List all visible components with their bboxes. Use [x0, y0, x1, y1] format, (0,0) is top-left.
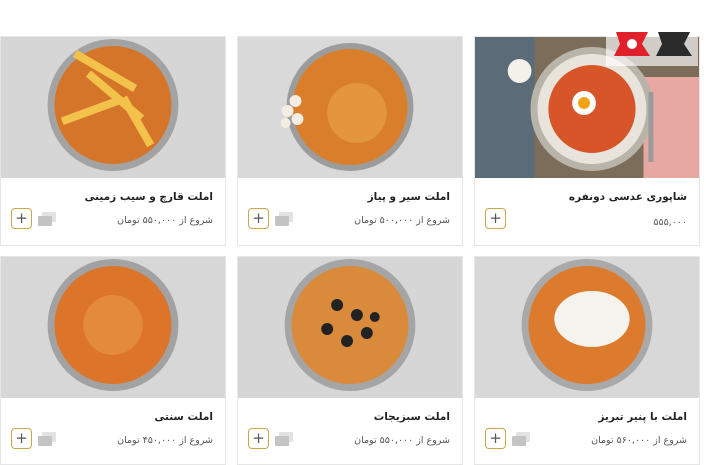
product-title: املت با پنیر تبریز — [598, 411, 687, 423]
product-title: املت سنتی — [154, 411, 213, 423]
add-to-cart-button[interactable]: + — [485, 428, 506, 449]
product-price: شروع از ۴۵۰,۰۰۰ تومان — [117, 435, 213, 446]
site-logo — [606, 20, 698, 66]
product-title: املت سیر و پیاز — [367, 191, 450, 203]
product-price: شروع از ۵۵۰,۰۰۰ تومان — [117, 215, 213, 226]
product-card[interactable]: املت با پنیر تبریز شروع از ۵۶۰,۰۰۰ تومان… — [474, 256, 700, 465]
product-price: شروع از ۵۰۰,۰۰۰ تومان — [354, 215, 450, 226]
add-to-cart-button[interactable]: + — [11, 428, 32, 449]
compare-icon[interactable] — [38, 432, 56, 446]
compare-icon[interactable] — [275, 212, 293, 226]
add-to-cart-button[interactable]: + — [248, 208, 269, 229]
compare-icon[interactable] — [275, 432, 293, 446]
dish-image — [238, 37, 462, 178]
add-to-cart-button[interactable]: + — [248, 428, 269, 449]
dish-image — [1, 257, 225, 398]
product-price: شروع از ۵۵۰,۰۰۰ تومان — [354, 435, 450, 446]
product-card[interactable]: املت سیر و پیاز شروع از ۵۰۰,۰۰۰ تومان + — [237, 36, 463, 246]
product-price: شروع از ۵۶۰,۰۰۰ تومان — [591, 435, 687, 446]
product-title: املت سبزیجات — [373, 411, 450, 423]
add-to-cart-button[interactable]: + — [485, 208, 506, 229]
product-title: املت قارچ و سیب زمینی — [84, 191, 213, 203]
dish-image — [1, 37, 225, 178]
product-card[interactable]: شاپوری عدسی دونفره ۵۵۵,۰۰۰ + — [474, 36, 700, 246]
product-card[interactable]: املت سنتی شروع از ۴۵۰,۰۰۰ تومان + — [0, 256, 226, 465]
dish-image — [238, 257, 462, 398]
product-price: ۵۵۵,۰۰۰ — [653, 217, 687, 228]
product-title: شاپوری عدسی دونفره — [568, 191, 687, 203]
product-card[interactable]: املت سبزیجات شروع از ۵۵۰,۰۰۰ تومان + — [237, 256, 463, 465]
compare-icon[interactable] — [512, 432, 530, 446]
add-to-cart-button[interactable]: + — [11, 208, 32, 229]
menu-grid: شاپوری عدسی دونفره ۵۵۵,۰۰۰ + املت سیر و … — [0, 0, 706, 465]
product-card[interactable]: املت قارچ و سیب زمینی شروع از ۵۵۰,۰۰۰ تو… — [0, 36, 226, 246]
dish-image — [475, 257, 699, 398]
compare-icon[interactable] — [38, 212, 56, 226]
